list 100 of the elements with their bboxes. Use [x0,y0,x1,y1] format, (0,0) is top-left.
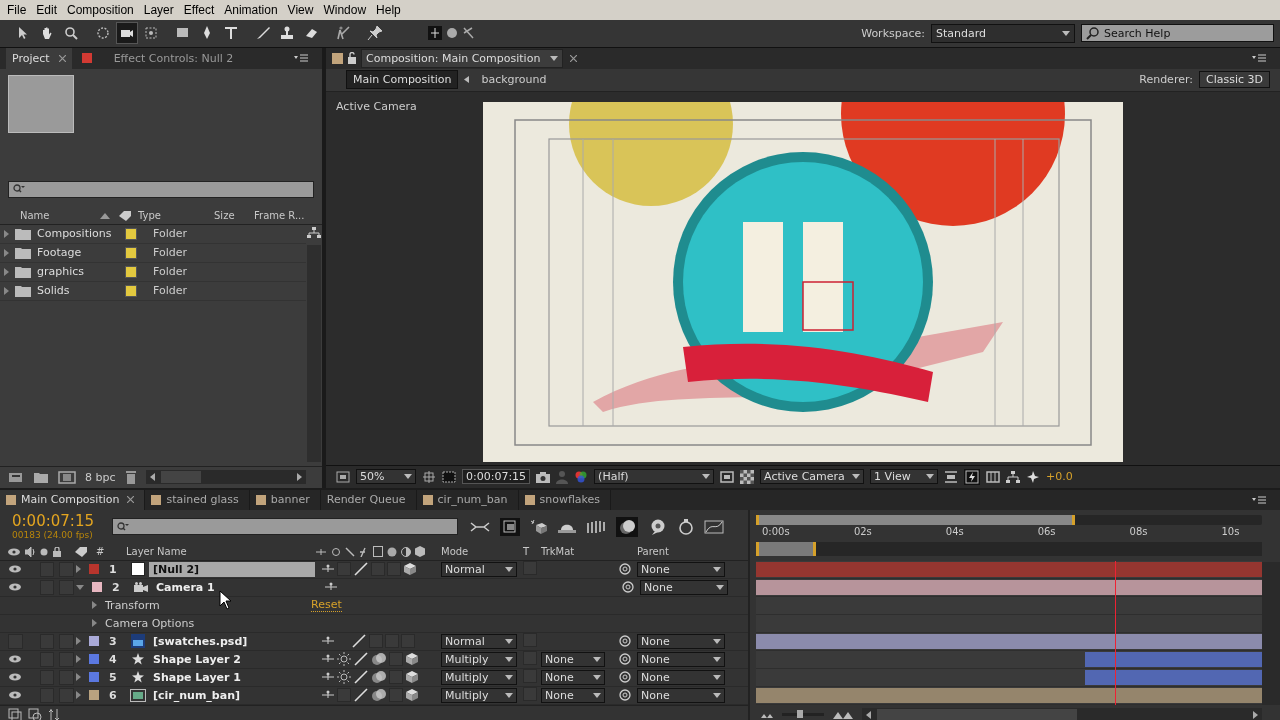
camera-dropdown[interactable]: Active Camera [760,469,865,485]
search-field[interactable] [8,180,314,198]
shutter-icon[interactable] [1026,470,1041,484]
scroll-right-icon[interactable] [1251,711,1259,719]
sun-icon[interactable] [337,652,351,667]
scrollbar[interactable] [307,244,321,462]
timer-icon[interactable] [678,519,694,535]
region-icon[interactable] [336,471,350,483]
label-swatch[interactable] [89,636,99,647]
layer-name[interactable]: [cir_num_ban] [149,688,315,703]
timeline-tab[interactable]: banner [249,490,321,510]
axis-mode-icons[interactable] [428,25,476,42]
column-header[interactable]: T [523,546,541,558]
layer-name[interactable]: Camera 1 [152,580,318,595]
workspace-dropdown[interactable]: Standard [931,23,1075,43]
panel-tab[interactable]: Project [6,47,72,69]
column-header[interactable]: Mode [441,546,523,558]
composition-tab[interactable]: Composition: Main Composition [361,48,564,68]
search-help-field[interactable]: Search Help [1081,24,1274,43]
cube-icon[interactable] [403,562,417,577]
expand-icon[interactable] [76,585,84,590]
project-item[interactable]: Solids Folder [0,281,306,301]
project-item[interactable]: Footage Folder [0,243,306,263]
menu-item[interactable]: Composition [62,2,139,17]
cube-icon[interactable] [405,670,419,685]
scroll-left-icon[interactable] [148,473,157,482]
blend-icon[interactable] [371,652,387,667]
label-swatch[interactable] [92,582,102,593]
expand-icon[interactable] [76,637,81,646]
close-icon[interactable] [127,496,135,504]
label-swatch[interactable] [89,564,99,575]
sun-icon[interactable] [337,670,351,685]
graph-editor-icon[interactable] [704,520,724,534]
label-swatch[interactable] [89,690,99,701]
menu-item[interactable]: Edit [31,2,63,17]
scrollbar[interactable] [862,708,1262,720]
project-item[interactable]: graphics Folder [0,262,306,282]
quality-switch-icon[interactable] [351,633,367,650]
scrollbar[interactable] [145,470,306,485]
column-header[interactable]: Size [214,210,254,222]
grid-icon[interactable] [422,470,436,484]
pick-whip-icon[interactable] [619,635,631,648]
pick-whip-icon[interactable] [619,653,631,666]
expand-icon[interactable] [76,565,81,574]
interpret-footage-icon[interactable] [8,470,24,485]
zoom-dropdown[interactable]: 50% [356,469,416,485]
timeline-tab[interactable]: Main Composition [0,490,146,510]
menu-item[interactable]: Animation [219,2,283,17]
quality-switch-icon[interactable] [353,669,369,686]
close-icon[interactable] [570,54,578,62]
scroll-right-icon[interactable] [295,473,303,482]
column-header[interactable]: Frame R... [254,210,310,222]
timeline-tab[interactable]: Render Queue [320,490,417,510]
trash-icon[interactable] [124,470,137,485]
mode-dropdown[interactable]: Multiply [441,688,517,703]
close-icon[interactable] [58,54,66,62]
renderer-button[interactable]: Classic 3D [1199,71,1270,89]
folder-icon[interactable] [33,470,49,485]
label-swatch[interactable] [89,672,99,683]
parent-dropdown[interactable]: None [637,562,725,577]
roi-icon[interactable] [720,471,735,483]
layer-name[interactable]: [swatches.psd] [149,634,315,649]
switch-toggle[interactable] [371,562,385,577]
exposure-value[interactable]: +0.0 [1046,470,1073,484]
cube-icon[interactable] [405,688,419,703]
switch-toggle[interactable] [387,562,401,577]
expand-icon[interactable] [4,267,9,276]
expand-icon[interactable] [4,286,9,295]
column-header[interactable]: Layer Name [126,546,315,558]
solo-toggle[interactable] [39,562,55,577]
column-header[interactable]: TrkMat [541,546,637,558]
motion-blur-icon[interactable] [616,517,638,537]
track-matte-dropdown[interactable]: None [541,670,605,685]
layer-name[interactable]: [Null 2] [149,562,315,577]
column-header[interactable]: # [96,546,126,558]
label-swatch[interactable] [89,654,99,665]
panel-menu-icon[interactable] [1252,496,1266,504]
breadcrumb[interactable]: Main Composition [346,70,459,90]
reset-link[interactable]: Reset [311,598,342,613]
column-header[interactable]: Name [20,210,100,222]
blend-icon[interactable] [371,670,387,685]
pick-whip-icon[interactable] [622,581,634,594]
expand-icon[interactable] [76,673,81,682]
timeline-tab[interactable]: cir_num_ban [416,490,519,510]
column-header[interactable]: Type [138,210,214,222]
breadcrumb[interactable]: background [475,71,553,89]
panel-menu-icon[interactable] [294,54,308,63]
menu-item[interactable]: Layer [138,2,179,17]
mask-icon[interactable] [442,470,456,484]
menu-item[interactable]: Effect [178,2,220,17]
quality-switch-icon[interactable] [353,651,369,668]
search-field[interactable] [112,518,458,536]
resolution-dropdown[interactable]: (Half) [594,469,715,485]
track-matte-dropdown[interactable]: None [541,652,605,667]
view-layout-dropdown[interactable]: 1 View [870,469,939,485]
quality-switch-icon[interactable] [353,687,369,704]
draft-3d-icon[interactable] [530,519,548,535]
fast-preview-icon[interactable] [964,469,981,485]
layer-switches-icon[interactable] [8,708,22,720]
timeline-tab[interactable]: snowflakes [518,490,612,510]
